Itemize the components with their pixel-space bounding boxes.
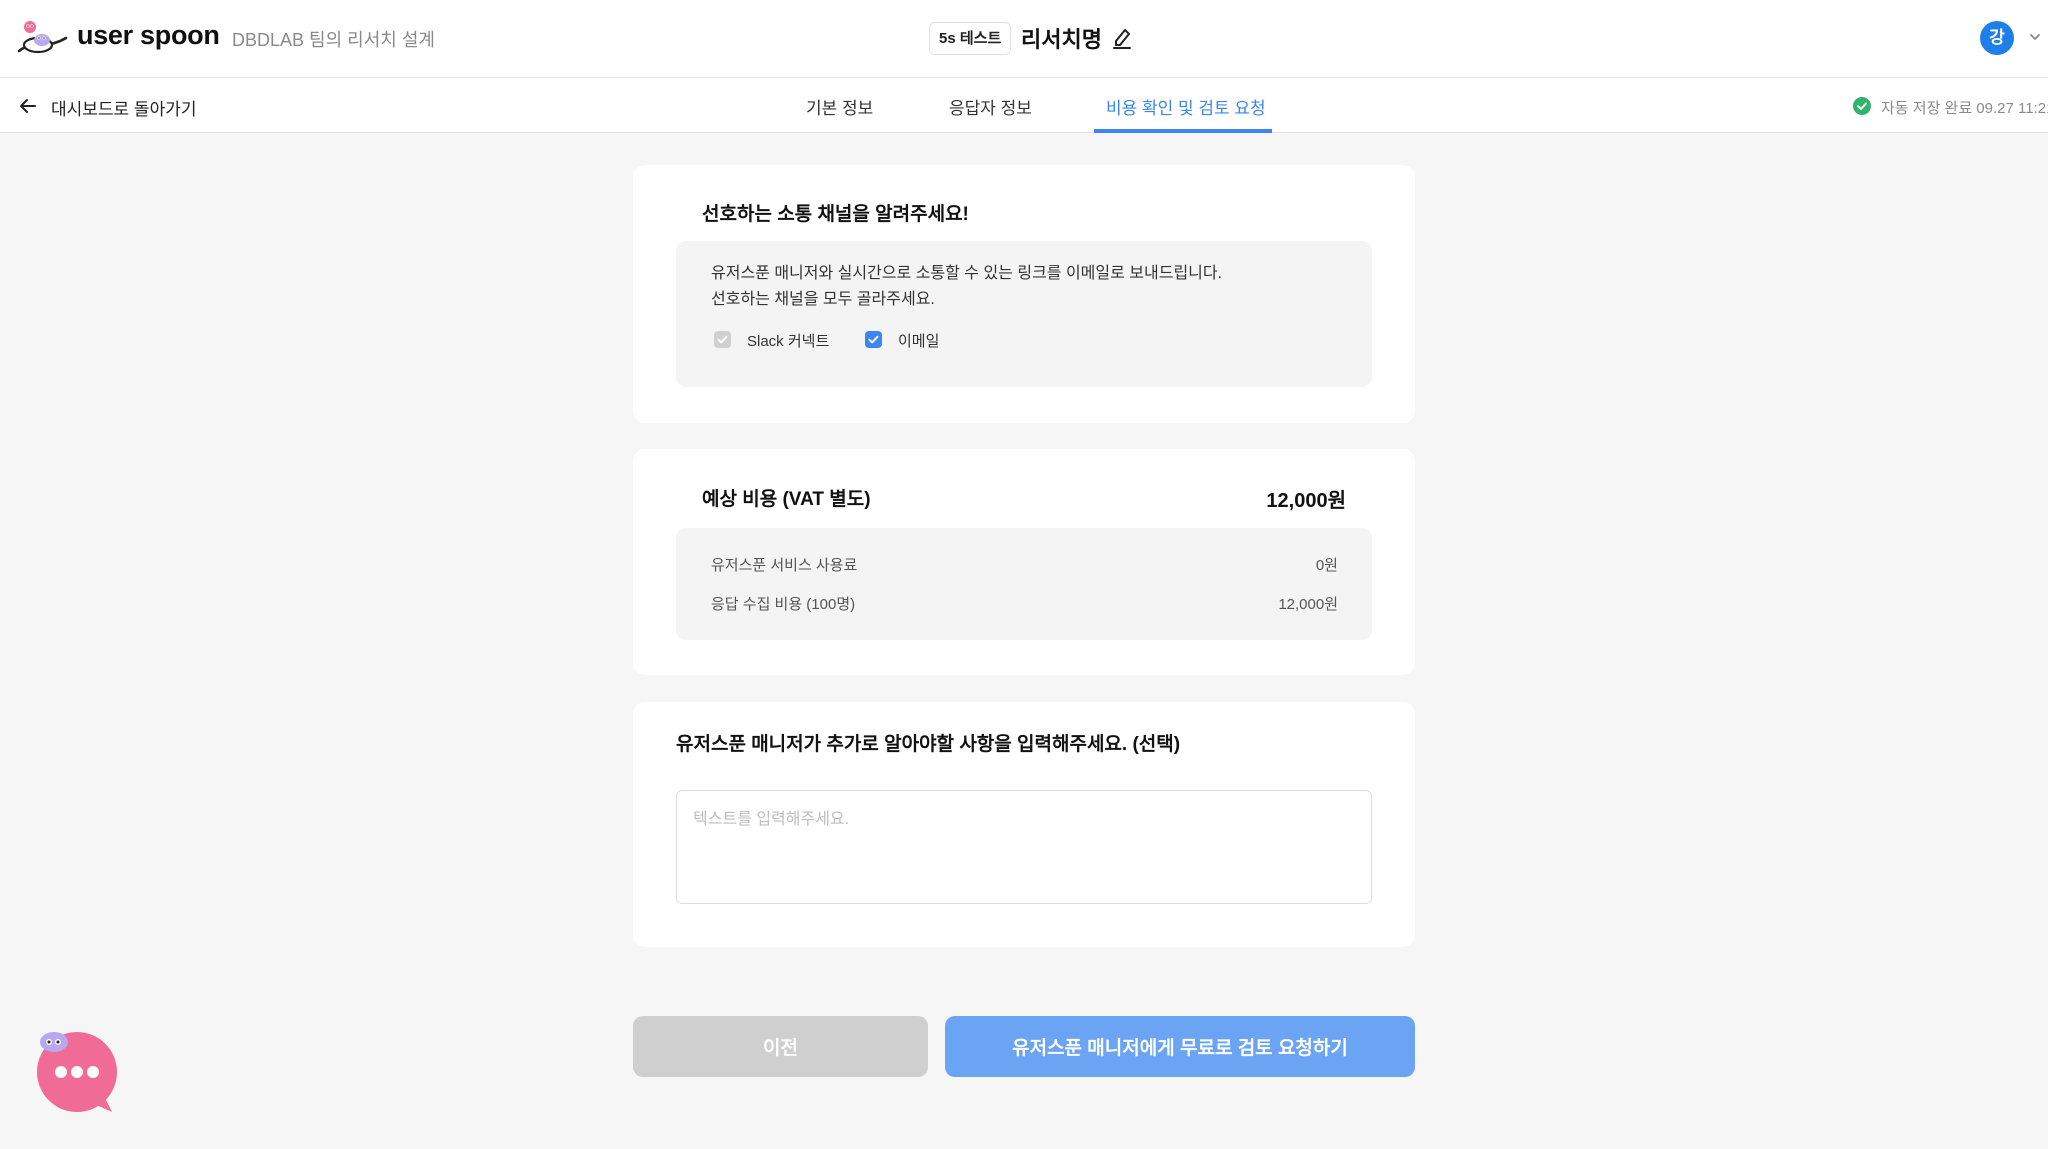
channel-title: 선호하는 소통 채널을 알려주세요! [702,204,969,225]
checkmark-icon [717,335,728,344]
channel-desc-line1: 유저스푼 매니저와 실시간으로 소통할 수 있는 링크를 이메일로 보내드립니다… [711,265,1223,282]
notes-title: 유저스푼 매니저가 추가로 알아야할 사항을 입력해주세요. (선택) [676,734,1181,755]
workspace-name: DBDLAB 팀의 리서치 설계 [232,30,435,50]
cost-breakdown-panel: 유저스푼 서비스 사용료 0원 응답 수집 비용 (100명) 12,000원 [676,528,1372,640]
research-type-chip: 5s 테스트 [929,22,1012,55]
tab-cost-review[interactable]: 비용 확인 및 검토 요청 [1106,94,1266,119]
cost-card: 예상 비용 (VAT 별도) 12,000원 유저스푼 서비스 사용료 0원 응… [633,449,1415,675]
channel-panel: 유저스푼 매니저와 실시간으로 소통할 수 있는 링크를 이메일로 보내드립니다… [676,241,1372,387]
top-bar: user spoon DBDLAB 팀의 리서치 설계 5s 테스트 리서치명 … [0,0,2048,78]
chat-widget-icon[interactable] [32,1026,122,1116]
autosave-text: 자동 저장 완료 09.27 11:21 [1881,100,2048,117]
request-review-button[interactable]: 유저스푼 매니저에게 무료로 검토 요청하기 [945,1016,1415,1077]
cost-row-value: 0원 [1315,557,1338,574]
channel-card: 선호하는 소통 채널을 알려주세요! 유저스푼 매니저와 실시간으로 소통할 수… [633,165,1415,423]
notes-card: 유저스푼 매니저가 추가로 알아야할 사항을 입력해주세요. (선택) [633,702,1415,947]
cost-row-label: 응답 수집 비용 (100명) [711,596,856,613]
arrow-left-icon [20,99,36,113]
channel-desc-line2: 선호하는 채널을 모두 골라주세요. [711,291,935,308]
sub-navigation: 대시보드로 돌아가기 기본 정보 응답자 정보 비용 확인 및 검토 요청 자동… [0,78,2048,133]
cost-row-value: 12,000원 [1278,596,1338,613]
chevron-down-icon[interactable] [2028,30,2042,44]
notes-textarea[interactable] [676,790,1372,904]
cost-title: 예상 비용 (VAT 별도) [702,489,871,510]
user-spoon-logo[interactable] [16,18,70,58]
email-label[interactable]: 이메일 [898,330,939,351]
check-circle-icon [1853,97,1871,115]
cost-total: 12,000원 [1266,490,1346,512]
email-checkbox[interactable] [865,331,882,348]
back-label: 대시보드로 돌아가기 [51,100,197,119]
brand-name[interactable]: user spoon [77,20,220,51]
tab-basic-info[interactable]: 기본 정보 [806,94,873,119]
active-tab-indicator [1094,129,1272,133]
user-avatar[interactable]: 강 [1980,21,2014,55]
cost-row-label: 유저스푼 서비스 사용료 [711,557,858,574]
slack-connect-checkbox[interactable] [714,331,731,348]
previous-button[interactable]: 이전 [633,1016,928,1077]
tab-respondent-info[interactable]: 응답자 정보 [949,94,1032,119]
slack-connect-label[interactable]: Slack 커넥트 [747,330,829,351]
edit-icon[interactable] [1111,26,1133,50]
research-title: 리서치명 [1021,27,1102,52]
checkmark-icon [868,335,879,344]
